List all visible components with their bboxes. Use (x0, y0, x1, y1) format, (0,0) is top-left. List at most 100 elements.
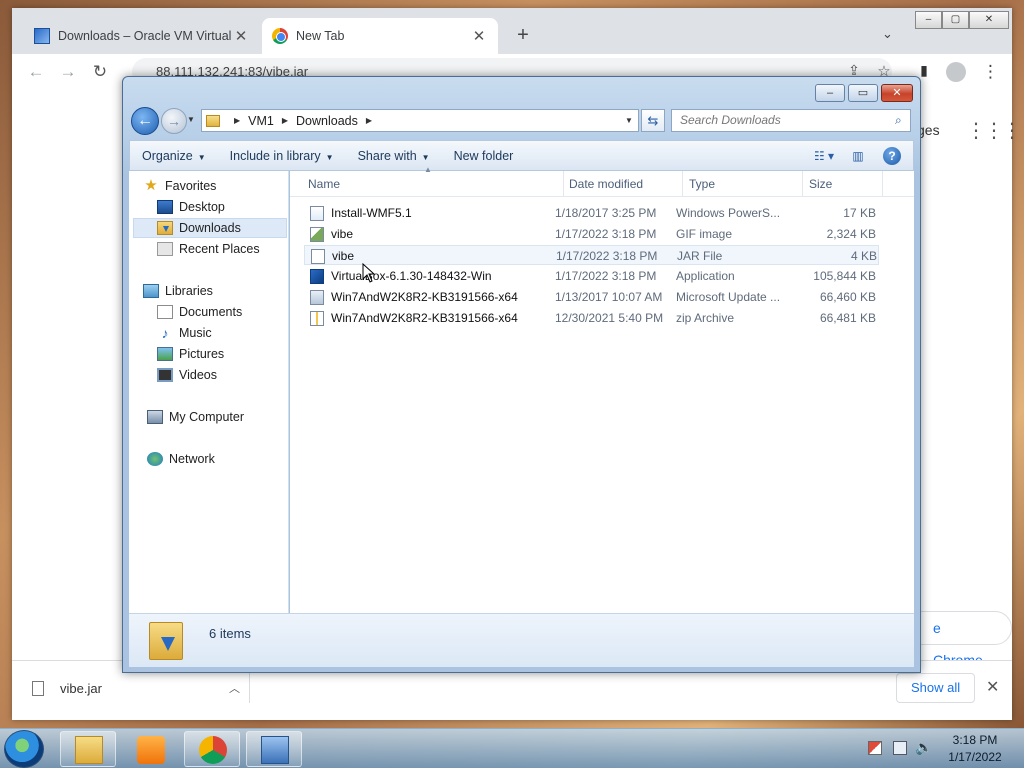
chevron-right-icon[interactable]: ▶ (234, 116, 240, 125)
download-item[interactable]: vibe.jar ︿ (32, 673, 250, 703)
file-row[interactable]: Win7AndW2K8R2-KB3191566-x64 1/13/2017 10… (304, 287, 879, 307)
close-icon[interactable]: ✕ (470, 27, 488, 45)
file-row[interactable]: Install-WMF5.1 1/18/2017 3:25 PM Windows… (304, 203, 879, 223)
preview-pane-icon[interactable]: ▥ (847, 146, 869, 166)
file-name: Install-WMF5.1 (331, 206, 412, 220)
chevron-right-icon[interactable]: ▶ (366, 116, 372, 125)
chevron-up-icon[interactable]: ︿ (229, 680, 249, 696)
jar-file-icon (311, 248, 325, 264)
nav-item-downloads[interactable]: Downloads (133, 218, 287, 238)
close-window-icon[interactable]: ✕ (881, 84, 913, 102)
nav-item-documents[interactable]: Documents (157, 302, 242, 322)
star-icon: ★ (144, 177, 158, 194)
nav-item-pictures[interactable]: Pictures (157, 344, 224, 364)
powershell-script-icon (310, 205, 324, 221)
documents-icon (157, 305, 173, 319)
chrome-favicon-icon (272, 28, 288, 44)
file-name: vibe (331, 227, 354, 241)
file-type: Microsoft Update ... (676, 290, 781, 304)
maximize-icon[interactable]: ▢ (942, 11, 969, 29)
file-size: 2,324 KB (826, 227, 876, 241)
nav-item-favorites[interactable]: ★ Favorites (143, 176, 216, 196)
apps-grid-icon[interactable]: ⋮⋮⋮ (966, 118, 1022, 143)
maximize-icon[interactable]: ▭ (848, 84, 878, 102)
taskbar-media-player[interactable] (122, 731, 178, 767)
close-window-icon[interactable]: ✕ (969, 11, 1009, 29)
nav-item-recent-places[interactable]: Recent Places (157, 239, 260, 259)
nav-item-desktop[interactable]: Desktop (157, 197, 225, 217)
organize-button[interactable]: Organize ▼ (130, 149, 218, 163)
column-date-modified[interactable]: Date modified (563, 171, 683, 197)
nav-item-network[interactable]: Network (147, 449, 215, 469)
minimize-icon[interactable]: – (815, 84, 845, 102)
taskbar: 🔈 3:18 PM 1/17/2022 (0, 728, 1024, 768)
profile-avatar-icon[interactable] (946, 62, 966, 82)
reload-icon[interactable]: ↻ (90, 62, 110, 82)
file-row[interactable]: VirtualBox-6.1.30-148432-Win 1/17/2022 3… (304, 266, 879, 286)
breadcrumb-downloads[interactable]: Downloads (296, 114, 358, 128)
column-name[interactable]: Name (302, 171, 564, 197)
tab-virtualbox-downloads[interactable]: Downloads – Oracle VM VirtualBox ✕ (24, 18, 260, 54)
downloads-folder-icon (157, 221, 173, 235)
explorer-window: – ▭ ✕ ← → ▼ ▶ VM1 ▶ Downloads ▶ ▼ ⇆ Sear… (122, 76, 921, 673)
new-tab-plus-icon[interactable]: + (512, 24, 534, 47)
forward-arrow-icon[interactable]: → (161, 108, 187, 134)
tab-search-chevron-icon[interactable]: ⌄ (882, 26, 893, 42)
zip-archive-icon (310, 310, 324, 326)
tab-new-tab[interactable]: New Tab ✕ (262, 18, 498, 54)
taskbar-windows-explorer[interactable] (60, 731, 116, 767)
file-row[interactable]: Win7AndW2K8R2-KB3191566-x64 12/30/2021 5… (304, 308, 879, 328)
recent-pages-dropdown-icon[interactable]: ▼ (187, 115, 195, 124)
taskbar-virtualbox[interactable] (246, 731, 302, 767)
file-size: 105,844 KB (813, 269, 876, 283)
back-arrow-icon[interactable]: ← (26, 62, 46, 82)
back-arrow-icon[interactable]: ← (131, 107, 159, 135)
include-in-library-label: Include in library (229, 148, 321, 163)
change-view-icon[interactable]: ☷ ▾ (813, 146, 835, 166)
file-list: Name ▲ Date modified Type Size Install-W… (290, 165, 914, 613)
breadcrumb-vm1[interactable]: VM1 (248, 114, 274, 128)
help-icon[interactable]: ? (883, 146, 901, 165)
start-button-icon[interactable] (4, 730, 44, 768)
nav-item-my-computer[interactable]: My Computer (147, 407, 244, 427)
computer-icon (147, 410, 163, 424)
file-row[interactable]: vibe 1/17/2022 3:18 PM GIF image 2,324 K… (304, 224, 879, 244)
nav-label: Music (179, 326, 212, 340)
desktop-icon (157, 200, 173, 214)
network-tray-icon[interactable] (893, 741, 907, 755)
taskbar-google-chrome[interactable] (184, 731, 240, 767)
file-date: 1/13/2017 10:07 AM (555, 290, 663, 304)
nav-item-videos[interactable]: Videos (157, 365, 217, 385)
close-icon[interactable]: ✕ (232, 27, 250, 45)
share-with-button[interactable]: Share with ▼ (346, 149, 442, 163)
nav-item-music[interactable]: ♪ Music (157, 323, 212, 343)
action-center-flag-icon[interactable] (868, 741, 882, 755)
breadcrumb[interactable]: ▶ VM1 ▶ Downloads ▶ ▼ (201, 109, 639, 132)
tab-title: New Tab (296, 29, 345, 43)
more-menu-icon[interactable]: ⋮ (982, 62, 999, 82)
column-type[interactable]: Type (683, 171, 803, 197)
refresh-icon[interactable]: ⇆ (641, 109, 665, 132)
nav-item-libraries[interactable]: Libraries (143, 281, 213, 301)
search-input[interactable]: Search Downloads (671, 109, 911, 132)
chevron-right-icon[interactable]: ▶ (282, 116, 288, 125)
column-size[interactable]: Size (803, 171, 883, 197)
forward-arrow-icon[interactable]: → (58, 62, 78, 82)
virtualbox-app-icon (310, 268, 324, 284)
include-in-library-button[interactable]: Include in library ▼ (218, 149, 346, 163)
file-row[interactable]: vibe 1/17/2022 3:18 PM JAR File 4 KB (304, 245, 879, 265)
navigation-pane: ★ Favorites Desktop Downloads Recent Plac… (129, 171, 289, 613)
search-icon[interactable]: ⌕ (895, 113, 902, 128)
file-size: 66,460 KB (819, 290, 876, 304)
volume-icon[interactable]: 🔈 (915, 739, 932, 756)
close-icon[interactable]: ✕ (986, 677, 999, 697)
clock-date: 1/17/2022 (948, 750, 1002, 764)
file-type: Windows PowerS... (676, 206, 781, 220)
system-clock[interactable]: 3:18 PM 1/17/2022 (935, 732, 1015, 766)
minimize-icon[interactable]: – (915, 11, 942, 29)
chevron-down-icon[interactable]: ▼ (620, 116, 638, 125)
network-icon (147, 452, 163, 466)
new-folder-button[interactable]: New folder (442, 149, 526, 163)
show-all-button[interactable]: Show all (896, 673, 976, 703)
column-header: Name ▲ Date modified Type Size (290, 165, 914, 197)
